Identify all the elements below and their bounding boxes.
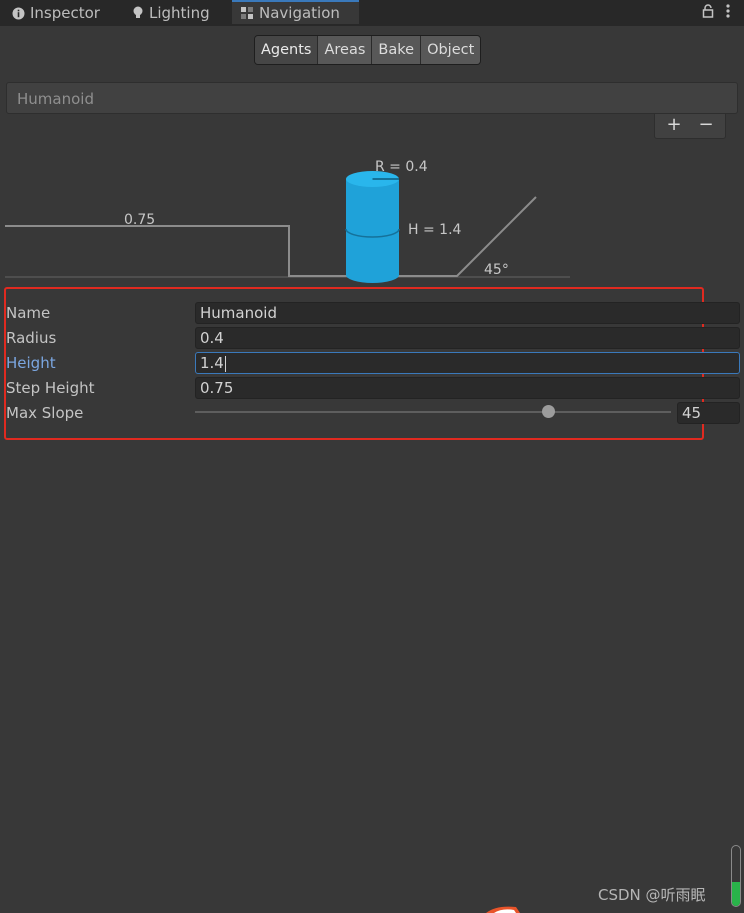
agent-list-footer: + − (654, 114, 726, 139)
tab-inspector[interactable]: Inspector (12, 0, 100, 26)
more-options-icon[interactable] (726, 4, 730, 22)
remove-agent-button[interactable]: − (691, 114, 721, 138)
tab-label: Navigation (259, 4, 340, 22)
agent-list: Humanoid (6, 82, 738, 114)
height-label: H = 1.4 (408, 222, 462, 238)
tab-label: Lighting (149, 4, 210, 22)
tab-navigation[interactable]: Navigation (232, 0, 359, 24)
step-height-field[interactable]: 0.75 (195, 377, 740, 399)
navmesh-icon (240, 6, 254, 20)
agent-list-item[interactable]: Humanoid (17, 90, 94, 108)
level-meter (731, 845, 741, 907)
agent-cylinder (345, 171, 400, 283)
max-slope-field[interactable]: 45 (677, 402, 740, 424)
tab-label: Inspector (30, 4, 100, 22)
step-height-label: 0.75 (124, 212, 156, 228)
tab-object[interactable]: Object (420, 36, 481, 64)
watermark: CSDN @听雨眠 (598, 886, 706, 904)
navigation-mode-tabs: Agents Areas Bake Object (254, 35, 482, 65)
level-meter-fill (732, 882, 740, 906)
partial-logo (486, 906, 520, 913)
bulb-icon (132, 6, 144, 20)
agent-diagram (5, 171, 570, 283)
text-caret (224, 355, 226, 372)
radius-field[interactable]: 0.4 (195, 327, 740, 349)
info-icon (12, 7, 25, 20)
tab-agents[interactable]: Agents (255, 36, 318, 64)
tab-areas[interactable]: Areas (317, 36, 372, 64)
max-slope-slider-track[interactable] (195, 411, 671, 413)
name-label: Name (6, 304, 51, 322)
radius-field-label: Radius (6, 329, 57, 347)
max-slope-label: Max Slope (6, 404, 84, 422)
slope-label: 45° (484, 262, 509, 278)
height-field[interactable]: 1.4 (195, 352, 740, 374)
tab-bar (0, 0, 744, 26)
name-field[interactable]: Humanoid (195, 302, 740, 324)
tab-bake[interactable]: Bake (371, 36, 421, 64)
lock-icon[interactable] (702, 4, 714, 22)
height-field-label: Height (6, 354, 56, 372)
radius-label: R = 0.4 (375, 159, 428, 175)
tab-lighting[interactable]: Lighting (132, 0, 210, 26)
max-slope-slider-thumb[interactable] (542, 405, 555, 418)
step-height-field-label: Step Height (6, 379, 95, 397)
height-value: 1.4 (200, 354, 224, 372)
add-agent-button[interactable]: + (659, 114, 689, 138)
